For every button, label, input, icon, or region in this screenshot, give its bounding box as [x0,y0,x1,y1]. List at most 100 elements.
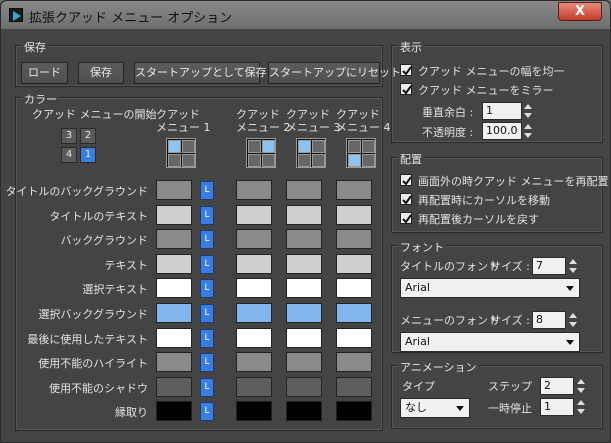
lock-colors-button[interactable]: L [200,329,214,348]
color-swatch-menu-1[interactable] [156,377,192,397]
color-swatch-menu-3[interactable] [286,205,322,225]
anim-step-label: ステップ [488,380,532,393]
color-row-label: 使用不能のシャドウ [49,382,148,395]
color-swatch-menu-1[interactable] [156,205,192,225]
lock-colors-button[interactable]: L [200,279,214,298]
title-size-spinner[interactable] [568,257,578,275]
menu-font-select[interactable]: Arial [400,332,580,352]
chevron-down-icon [566,340,574,345]
lock-colors-button[interactable]: L [200,402,214,421]
lock-colors-button[interactable]: L [200,255,214,274]
anim-pause-input[interactable]: 1 [540,398,574,416]
color-swatch-menu-1[interactable] [156,352,192,372]
color-swatch-menu-4[interactable] [336,377,372,397]
quad-menu-1-icon[interactable] [166,138,196,168]
color-row-label: 最後に使用したテキスト [27,333,148,346]
color-swatch-menu-1[interactable] [156,180,192,200]
close-button[interactable]: X [558,2,602,21]
animation-group: アニメーション タイプ ステップ 2 なし 一時停止 1 [391,359,603,429]
anim-type-select[interactable]: なし [400,398,470,418]
color-swatch-menu-4[interactable] [336,254,372,274]
title-size-input[interactable]: 7 [532,257,566,275]
save-as-startup-button[interactable]: スタートアップとして保存 [134,62,267,84]
load-button[interactable]: ロード [21,62,68,84]
vertical-margin-input[interactable]: 1 [482,102,522,120]
color-swatch-menu-1[interactable] [156,303,192,323]
color-swatch-menu-2[interactable] [236,328,272,348]
color-row-label: テキスト [104,259,148,272]
quad-start-2[interactable]: 2 [80,128,96,144]
color-swatch-menu-4[interactable] [336,352,372,372]
color-swatch-menu-4[interactable] [336,180,372,200]
color-swatch-menu-2[interactable] [236,205,272,225]
title-font-select[interactable]: Arial [400,278,580,298]
color-swatch-menu-4[interactable] [336,205,372,225]
color-swatch-menu-2[interactable] [236,254,272,274]
lock-colors-button[interactable]: L [200,230,214,249]
color-swatch-menu-3[interactable] [286,377,322,397]
uniform-width-checkbox[interactable] [400,64,412,76]
quad-menu-2-icon[interactable] [246,138,276,168]
lock-colors-button[interactable]: L [200,304,214,323]
color-swatch-menu-1[interactable] [156,328,192,348]
title-font-label: タイトルのフォント [400,260,499,273]
color-swatch-menu-3[interactable] [286,352,322,372]
save-button[interactable]: 保存 [78,62,124,84]
color-swatch-menu-4[interactable] [336,278,372,298]
move-cursor-checkbox[interactable] [400,193,412,205]
color-row-label: 縁取り [115,406,148,419]
anim-step-input[interactable]: 2 [540,377,574,395]
color-swatch-menu-1[interactable] [156,401,192,421]
color-row-label: バックグラウンド [60,234,148,247]
color-swatch-menu-2[interactable] [236,180,272,200]
reset-to-startup-button[interactable]: スタートアップにリセット [268,62,401,84]
color-swatch-menu-3[interactable] [286,254,322,274]
color-swatch-menu-1[interactable] [156,254,192,274]
color-swatch-menu-4[interactable] [336,303,372,323]
opacity-spinner[interactable] [523,122,533,140]
color-swatch-menu-2[interactable] [236,278,272,298]
vertical-margin-spinner[interactable] [523,102,533,120]
color-swatch-menu-3[interactable] [286,303,322,323]
anim-pause-spinner[interactable] [576,398,586,416]
color-swatch-menu-4[interactable] [336,401,372,421]
lock-colors-button[interactable]: L [200,378,214,397]
color-swatch-menu-3[interactable] [286,180,322,200]
quad-start-1[interactable]: 1 [80,147,96,163]
placement-group: 配置 画面外の時クアッド メニューを再配置 再配置時にカーソルを移動 再配置後カ… [391,151,609,233]
opacity-input[interactable]: 100.0 [482,122,522,140]
color-swatch-menu-1[interactable] [156,278,192,298]
title-bar[interactable]: 拡張クアッド メニュー オプション X [1,1,610,29]
color-swatch-menu-2[interactable] [236,352,272,372]
quad-menu-1-header-line2: メニュー 1 [156,121,211,134]
color-swatch-menu-2[interactable] [236,401,272,421]
color-swatch-menu-3[interactable] [286,328,322,348]
quad-menu-3-icon[interactable] [296,138,326,168]
color-swatch-menu-4[interactable] [336,229,372,249]
color-swatch-menu-2[interactable] [236,377,272,397]
quad-menu-2-header-line2: メニュー 2 [236,121,291,134]
restore-cursor-checkbox[interactable] [400,212,412,224]
anim-step-spinner[interactable] [576,377,586,395]
placement-group-label: 配置 [398,151,424,167]
restore-cursor-label: 再配置後カーソルを戻す [418,213,539,226]
move-cursor-label: 再配置時にカーソルを移動 [418,194,550,207]
color-swatch-menu-3[interactable] [286,278,322,298]
color-swatch-menu-1[interactable] [156,229,192,249]
color-swatch-menu-2[interactable] [236,303,272,323]
color-swatch-menu-3[interactable] [286,401,322,421]
reposition-offscreen-checkbox[interactable] [400,174,412,186]
color-swatch-menu-3[interactable] [286,229,322,249]
lock-colors-button[interactable]: L [200,206,214,225]
lock-colors-button[interactable]: L [200,353,214,372]
quad-menu-4-icon[interactable] [346,138,376,168]
color-swatch-menu-2[interactable] [236,229,272,249]
color-swatch-menu-4[interactable] [336,328,372,348]
quad-start-3[interactable]: 3 [61,128,77,144]
quad-start-4[interactable]: 4 [61,147,77,163]
mirror-checkbox[interactable] [400,83,412,95]
menu-size-input[interactable]: 8 [532,311,566,329]
menu-size-spinner[interactable] [568,311,578,329]
color-row-label: 使用不能のハイライト [38,357,148,370]
lock-colors-button[interactable]: L [200,181,214,200]
